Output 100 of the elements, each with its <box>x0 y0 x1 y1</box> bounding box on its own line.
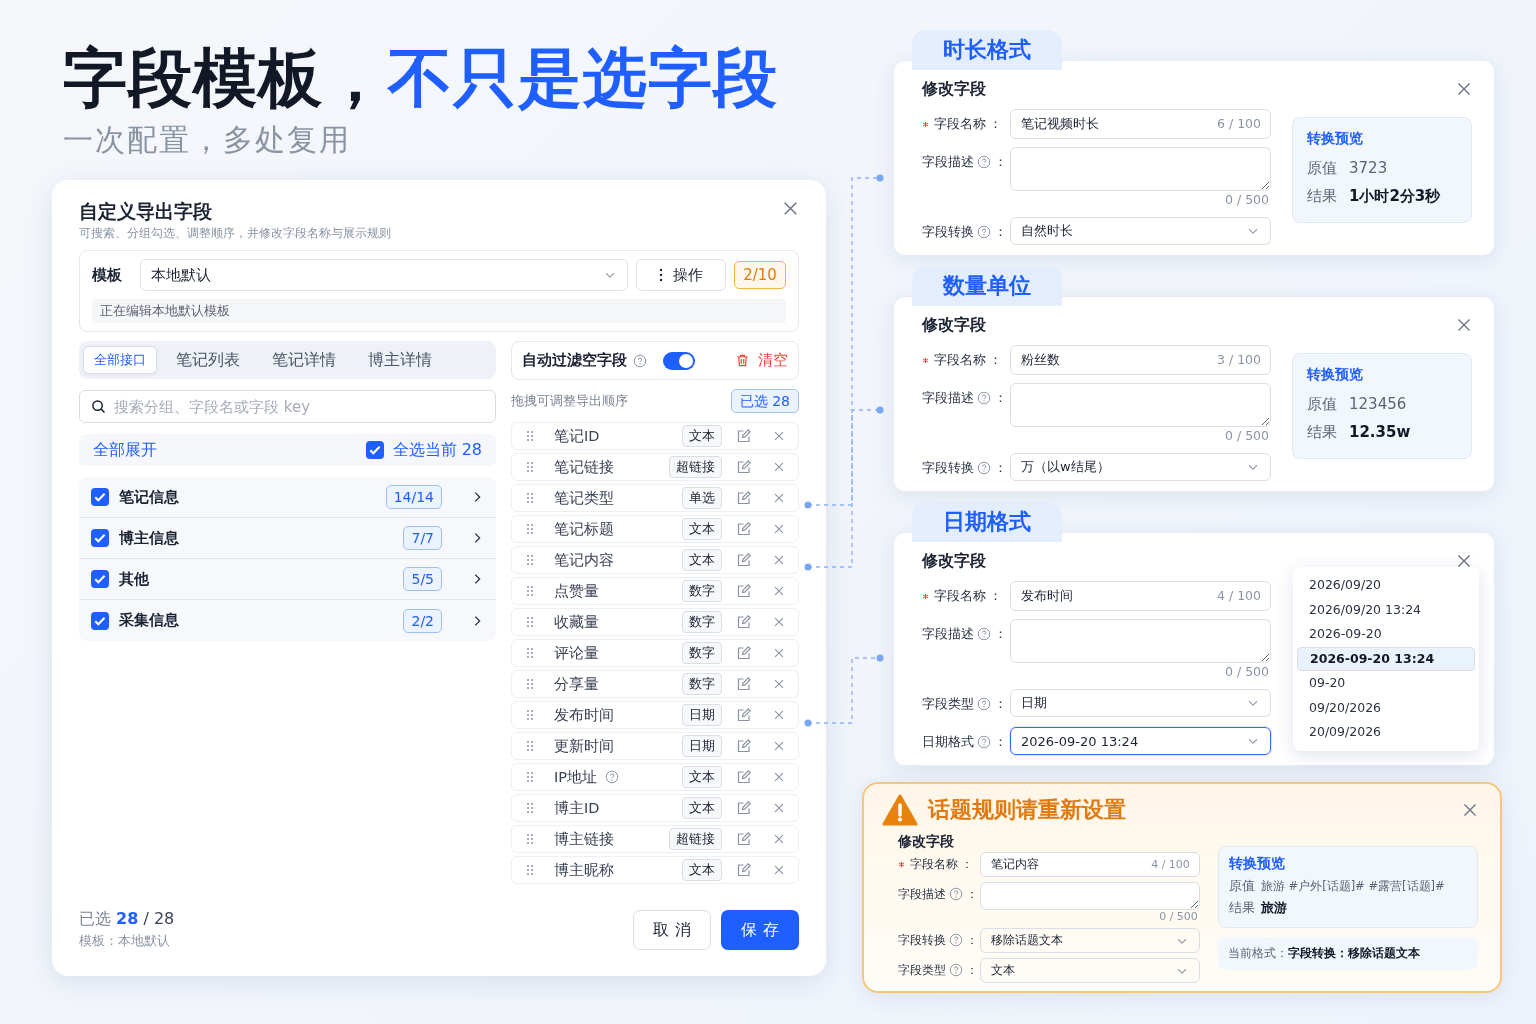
edit-icon[interactable] <box>736 862 752 878</box>
save-button[interactable]: 保 存 <box>721 910 799 950</box>
field-row[interactable]: 博主链接 超链接 <box>511 825 799 853</box>
edit-icon[interactable] <box>736 769 752 785</box>
select-field[interactable]: 日期 <box>1010 689 1271 717</box>
select-field[interactable]: 移除话题文本 <box>980 928 1200 953</box>
edit-icon[interactable] <box>736 428 752 444</box>
edit-icon[interactable] <box>736 831 752 847</box>
remove-icon[interactable] <box>772 522 786 536</box>
edit-icon[interactable] <box>736 614 752 630</box>
dropdown-option[interactable]: 2026/09/20 13:24 <box>1297 597 1475 622</box>
drag-handle-icon[interactable] <box>526 461 534 473</box>
field-row[interactable]: 笔记类型 单选 <box>511 484 799 512</box>
expand-all-link[interactable]: 全部展开 <box>93 439 157 461</box>
remove-icon[interactable] <box>772 739 786 753</box>
remove-icon[interactable] <box>772 832 786 846</box>
edit-icon[interactable] <box>736 676 752 692</box>
drag-handle-icon[interactable] <box>526 647 534 659</box>
select-field[interactable]: 自然时长 <box>1010 217 1271 245</box>
description-field[interactable] <box>1010 619 1271 663</box>
remove-icon[interactable] <box>772 770 786 784</box>
drag-handle-icon[interactable] <box>526 523 534 535</box>
select-field[interactable]: 2026-09-20 13:24 <box>1010 727 1271 755</box>
template-select[interactable]: 本地默认 <box>140 259 628 291</box>
actions-button[interactable]: 操作 <box>636 259 726 291</box>
edit-icon[interactable] <box>736 800 752 816</box>
edit-icon[interactable] <box>736 459 752 475</box>
drag-handle-icon[interactable] <box>526 430 534 442</box>
field-row[interactable]: 笔记链接 超链接 <box>511 453 799 481</box>
remove-icon[interactable] <box>772 677 786 691</box>
select-all-label[interactable]: 全选当前 28 <box>392 439 482 461</box>
drag-handle-icon[interactable] <box>526 492 534 504</box>
field-row[interactable]: 收藏量 数字 <box>511 608 799 636</box>
field-row[interactable]: IP地址 文本 <box>511 763 799 791</box>
field-row[interactable]: 笔记标题 文本 <box>511 515 799 543</box>
close-icon[interactable] <box>1456 317 1472 333</box>
drag-handle-icon[interactable] <box>526 864 534 876</box>
description-field[interactable] <box>1010 147 1271 191</box>
remove-icon[interactable] <box>772 708 786 722</box>
remove-icon[interactable] <box>772 553 786 567</box>
field-row[interactable]: 笔记ID 文本 <box>511 422 799 450</box>
remove-icon[interactable] <box>772 429 786 443</box>
tab[interactable]: 笔记列表 <box>163 345 253 375</box>
close-icon[interactable] <box>1462 802 1478 818</box>
description-field[interactable] <box>980 882 1200 910</box>
remove-icon[interactable] <box>772 615 786 629</box>
search-field[interactable]: 搜索分组、字段名或字段 key <box>79 390 496 423</box>
field-row[interactable]: 分享量 数字 <box>511 670 799 698</box>
close-icon[interactable] <box>1456 553 1472 569</box>
dropdown-option[interactable]: 2026-09-20 13:24 <box>1297 646 1475 671</box>
field-row[interactable]: 更新时间 日期 <box>511 732 799 760</box>
tab[interactable]: 博主详情 <box>355 345 445 375</box>
dropdown-option[interactable]: 2026-09-20 <box>1297 622 1475 647</box>
dropdown-option[interactable]: 09-20 <box>1297 671 1475 696</box>
edit-icon[interactable] <box>736 738 752 754</box>
close-icon[interactable] <box>782 200 799 217</box>
tab[interactable]: 全部接口 <box>83 346 157 374</box>
remove-icon[interactable] <box>772 491 786 505</box>
field-row[interactable]: 点赞量 数字 <box>511 577 799 605</box>
field-row[interactable]: 评论量 数字 <box>511 639 799 667</box>
drag-handle-icon[interactable] <box>526 802 534 814</box>
group-name[interactable]: 其他 <box>119 569 394 589</box>
checkbox[interactable] <box>91 570 109 588</box>
drag-handle-icon[interactable] <box>526 678 534 690</box>
remove-icon[interactable] <box>772 646 786 660</box>
field-row[interactable]: 笔记内容 文本 <box>511 546 799 574</box>
drag-handle-icon[interactable] <box>526 833 534 845</box>
remove-icon[interactable] <box>772 584 786 598</box>
select-field[interactable]: 万（以w结尾） <box>1010 453 1271 481</box>
drag-handle-icon[interactable] <box>526 585 534 597</box>
group-name[interactable]: 采集信息 <box>119 611 394 630</box>
drag-handle-icon[interactable] <box>526 616 534 628</box>
dropdown-option[interactable]: 2026/09/20 <box>1297 573 1475 598</box>
edit-icon[interactable] <box>736 645 752 661</box>
drag-handle-icon[interactable] <box>526 771 534 783</box>
tab[interactable]: 笔记详情 <box>259 345 349 375</box>
edit-icon[interactable] <box>736 521 752 537</box>
close-icon[interactable] <box>1456 81 1472 97</box>
edit-icon[interactable] <box>736 490 752 506</box>
group-name[interactable]: 笔记信息 <box>119 487 376 507</box>
group-name[interactable]: 博主信息 <box>119 528 394 548</box>
drag-handle-icon[interactable] <box>526 709 534 721</box>
field-row[interactable]: 博主ID 文本 <box>511 794 799 822</box>
drag-handle-icon[interactable] <box>526 740 534 752</box>
dropdown-option[interactable]: 09/20/2026 <box>1297 695 1475 720</box>
edit-icon[interactable] <box>736 583 752 599</box>
checkbox[interactable] <box>91 611 109 630</box>
description-field[interactable] <box>1010 383 1271 427</box>
drag-handle-icon[interactable] <box>526 554 534 566</box>
edit-icon[interactable] <box>736 552 752 568</box>
remove-icon[interactable] <box>772 801 786 815</box>
remove-icon[interactable] <box>772 460 786 474</box>
clear-button[interactable]: 清空 <box>735 351 788 370</box>
remove-icon[interactable] <box>772 863 786 877</box>
checkbox[interactable] <box>91 529 109 547</box>
checkbox[interactable] <box>91 488 109 506</box>
cancel-button[interactable]: 取 消 <box>633 910 711 950</box>
field-row[interactable]: 发布时间 日期 <box>511 701 799 729</box>
checkbox[interactable] <box>365 441 384 459</box>
toggle-switch[interactable] <box>663 351 695 370</box>
